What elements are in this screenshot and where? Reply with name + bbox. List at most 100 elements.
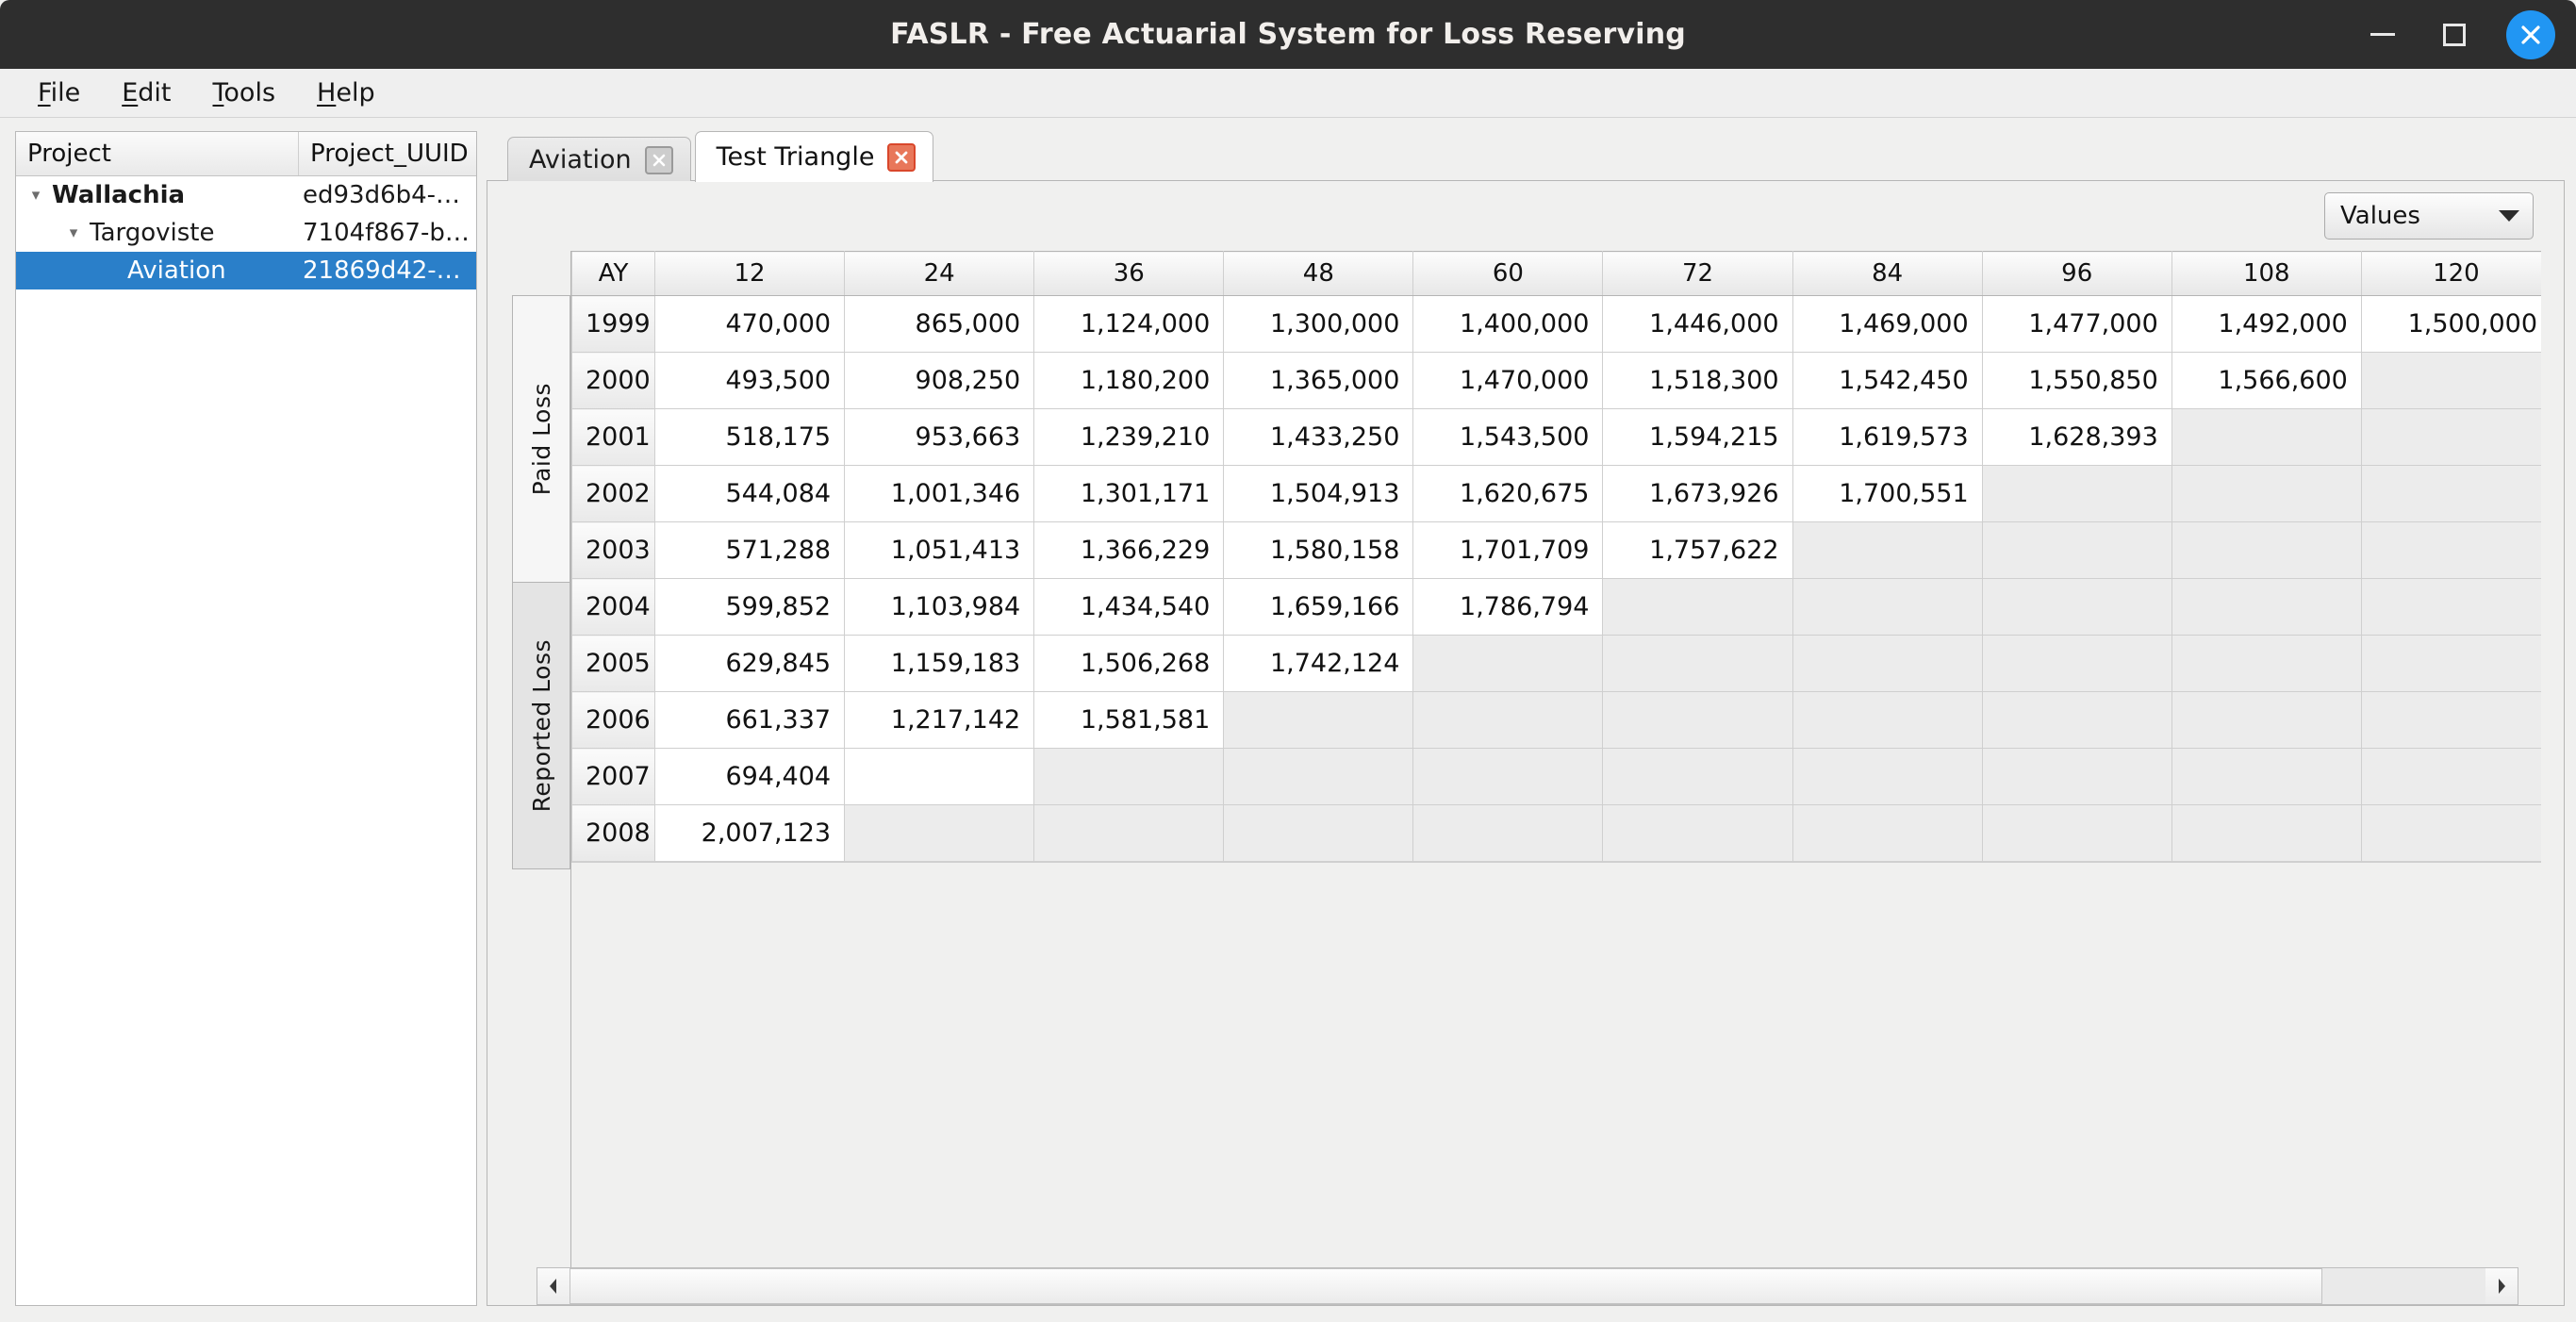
cell-2006-72[interactable]: [1602, 691, 1793, 749]
cell-2006-12[interactable]: 661,337: [653, 691, 846, 749]
menu-help[interactable]: Help: [296, 74, 396, 111]
cell-2006-96[interactable]: [1981, 691, 2172, 749]
cell-2005-36[interactable]: 1,506,268: [1033, 635, 1225, 692]
cell-2001-48[interactable]: 1,433,250: [1223, 408, 1414, 466]
cell-2002-48[interactable]: 1,504,913: [1223, 465, 1414, 522]
cell-2007-24[interactable]: [844, 748, 1035, 805]
tree-item-targoviste[interactable]: ▾ Targoviste 7104f867-b…: [16, 214, 476, 252]
cell-2004-96[interactable]: [1981, 578, 2172, 636]
cell-2000-60[interactable]: 1,470,000: [1412, 352, 1604, 409]
cell-2002-12[interactable]: 544,084: [653, 465, 846, 522]
cell-1999-72[interactable]: 1,446,000: [1602, 295, 1793, 353]
cell-2000-120[interactable]: [2360, 352, 2541, 409]
header-dev-120[interactable]: 120: [2360, 251, 2541, 296]
tree-item-wallachia[interactable]: ▾ Wallachia ed93d6b4-…: [16, 176, 476, 214]
menu-tools[interactable]: Tools: [192, 74, 297, 111]
cell-2005-72[interactable]: [1602, 635, 1793, 692]
scroll-track[interactable]: [570, 1268, 2485, 1304]
chevron-down-icon[interactable]: ▾: [24, 186, 48, 205]
header-dev-72[interactable]: 72: [1602, 251, 1793, 296]
group-label-paid-loss[interactable]: Paid Loss: [512, 295, 570, 583]
header-dev-36[interactable]: 36: [1033, 251, 1225, 296]
cell-2007-12[interactable]: 694,404: [653, 748, 846, 805]
cell-2003-12[interactable]: 571,288: [653, 521, 846, 579]
cell-2001-108[interactable]: [2171, 408, 2362, 466]
close-button[interactable]: [2506, 9, 2555, 59]
cell-2002-108[interactable]: [2171, 465, 2362, 522]
row-header-ay[interactable]: 2008: [571, 804, 655, 862]
cell-2003-60[interactable]: 1,701,709: [1412, 521, 1604, 579]
cell-2000-72[interactable]: 1,518,300: [1602, 352, 1793, 409]
header-dev-24[interactable]: 24: [844, 251, 1035, 296]
cell-2008-48[interactable]: [1223, 804, 1414, 862]
cell-2000-108[interactable]: 1,566,600: [2171, 352, 2362, 409]
cell-2008-120[interactable]: [2360, 804, 2541, 862]
cell-2003-48[interactable]: 1,580,158: [1223, 521, 1414, 579]
cell-2004-108[interactable]: [2171, 578, 2362, 636]
tab-test-triangle-close-button[interactable]: [887, 142, 916, 172]
cell-2001-96[interactable]: 1,628,393: [1981, 408, 2172, 466]
cell-2007-72[interactable]: [1602, 748, 1793, 805]
cell-2006-108[interactable]: [2171, 691, 2362, 749]
menu-edit[interactable]: Edit: [101, 74, 191, 111]
cell-2003-108[interactable]: [2171, 521, 2362, 579]
cell-2008-36[interactable]: [1033, 804, 1225, 862]
header-dev-12[interactable]: 12: [653, 251, 846, 296]
cell-2006-120[interactable]: [2360, 691, 2541, 749]
cell-2007-96[interactable]: [1981, 748, 2172, 805]
cell-2002-96[interactable]: [1981, 465, 2172, 522]
cell-2008-96[interactable]: [1981, 804, 2172, 862]
cell-2004-12[interactable]: 599,852: [653, 578, 846, 636]
cell-2000-84[interactable]: 1,542,450: [1792, 352, 1983, 409]
cell-1999-48[interactable]: 1,300,000: [1223, 295, 1414, 353]
cell-2005-108[interactable]: [2171, 635, 2362, 692]
cell-2007-108[interactable]: [2171, 748, 2362, 805]
row-header-ay[interactable]: 2001: [571, 408, 655, 466]
tree-column-project-uuid[interactable]: Project_UUID: [299, 132, 476, 175]
row-header-ay[interactable]: 2005: [571, 635, 655, 692]
cell-2000-36[interactable]: 1,180,200: [1033, 352, 1225, 409]
row-header-ay[interactable]: 2007: [571, 748, 655, 805]
scroll-left-button[interactable]: [537, 1268, 570, 1304]
header-dev-96[interactable]: 96: [1981, 251, 2172, 296]
cell-2003-36[interactable]: 1,366,229: [1033, 521, 1225, 579]
cell-2008-60[interactable]: [1412, 804, 1604, 862]
tab-aviation[interactable]: Aviation: [507, 137, 691, 182]
menu-file[interactable]: File: [17, 74, 101, 111]
cell-2004-84[interactable]: [1792, 578, 1983, 636]
triangle-grid-scroll[interactable]: AY 12 24 36 48 60 72 84 96 108 120 1999 …: [570, 251, 2541, 1267]
cell-2003-96[interactable]: [1981, 521, 2172, 579]
tree-column-project[interactable]: Project: [16, 132, 299, 175]
cell-2001-24[interactable]: 953,663: [844, 408, 1035, 466]
group-label-reported-loss[interactable]: Reported Loss: [512, 583, 570, 869]
cell-1999-36[interactable]: 1,124,000: [1033, 295, 1225, 353]
header-dev-60[interactable]: 60: [1412, 251, 1604, 296]
tab-test-triangle[interactable]: Test Triangle: [694, 131, 934, 182]
cell-2000-12[interactable]: 493,500: [653, 352, 846, 409]
cell-2000-96[interactable]: 1,550,850: [1981, 352, 2172, 409]
row-header-ay[interactable]: 1999: [571, 295, 655, 353]
cell-1999-120[interactable]: 1,500,000: [2360, 295, 2541, 353]
minimize-button[interactable]: [2363, 15, 2403, 55]
cell-2006-36[interactable]: 1,581,581: [1033, 691, 1225, 749]
cell-2003-72[interactable]: 1,757,622: [1602, 521, 1793, 579]
header-dev-48[interactable]: 48: [1223, 251, 1414, 296]
cell-2005-48[interactable]: 1,742,124: [1223, 635, 1414, 692]
cell-2002-60[interactable]: 1,620,675: [1412, 465, 1604, 522]
cell-2004-36[interactable]: 1,434,540: [1033, 578, 1225, 636]
cell-2008-72[interactable]: [1602, 804, 1793, 862]
cell-2001-60[interactable]: 1,543,500: [1412, 408, 1604, 466]
cell-2004-24[interactable]: 1,103,984: [844, 578, 1035, 636]
cell-2008-12[interactable]: 2,007,123: [653, 804, 846, 862]
header-dev-108[interactable]: 108: [2171, 251, 2362, 296]
cell-2002-120[interactable]: [2360, 465, 2541, 522]
cell-1999-108[interactable]: 1,492,000: [2171, 295, 2362, 353]
cell-2006-60[interactable]: [1412, 691, 1604, 749]
cell-1999-96[interactable]: 1,477,000: [1981, 295, 2172, 353]
cell-2000-48[interactable]: 1,365,000: [1223, 352, 1414, 409]
chevron-down-icon[interactable]: ▾: [61, 223, 86, 242]
row-header-ay[interactable]: 2000: [571, 352, 655, 409]
tab-aviation-close-button[interactable]: [644, 145, 673, 174]
triangle-horizontal-scrollbar[interactable]: [537, 1267, 2518, 1305]
cell-2006-84[interactable]: [1792, 691, 1983, 749]
